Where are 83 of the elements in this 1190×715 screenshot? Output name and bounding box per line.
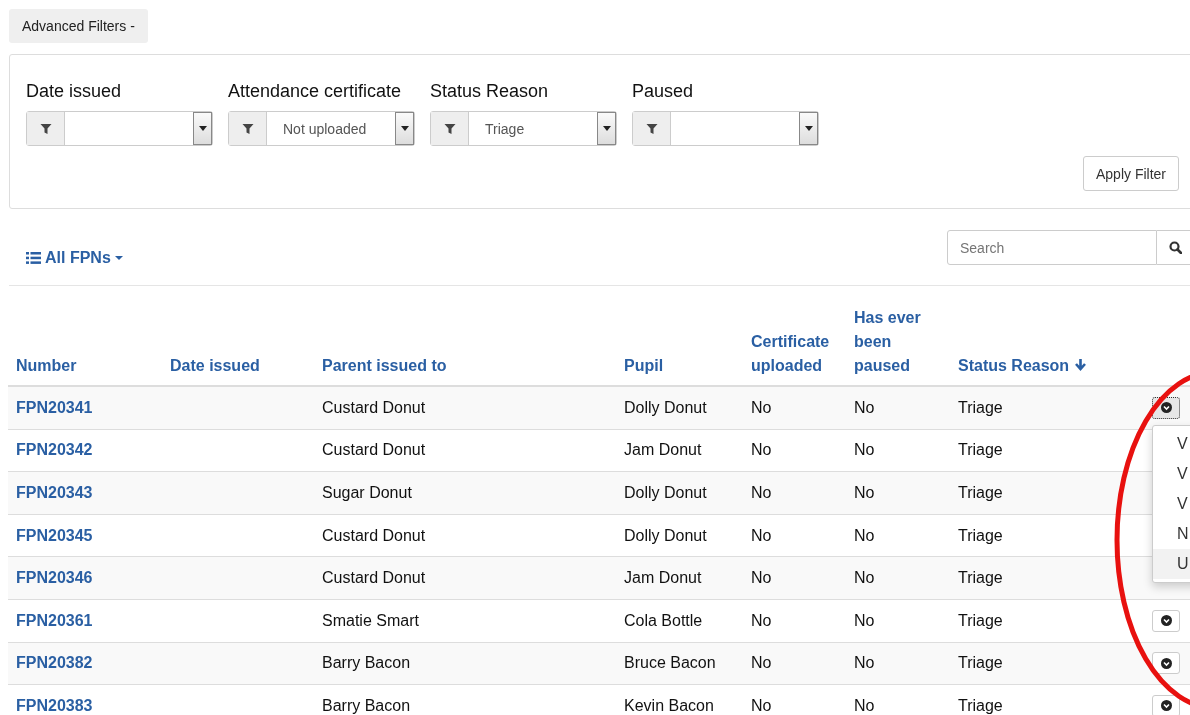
menu-item[interactable]: V bbox=[1153, 459, 1190, 489]
chevron-down-circle-icon bbox=[1160, 657, 1172, 669]
table-cell: Jam Donut bbox=[624, 569, 702, 588]
table-cell: Custard Donut bbox=[322, 441, 426, 460]
filter-label: Status Reason bbox=[430, 81, 550, 102]
column-header[interactable]: Pupil bbox=[624, 354, 664, 378]
chevron-down-circle-icon bbox=[1160, 615, 1172, 627]
filter-select[interactable]: Not uploaded bbox=[228, 111, 415, 146]
search-button[interactable] bbox=[1157, 230, 1190, 265]
table-cell: No bbox=[854, 569, 875, 588]
table-cell: Triage bbox=[958, 526, 1003, 545]
table-cell: Custard Donut bbox=[322, 526, 426, 545]
table-cell: No bbox=[751, 696, 772, 715]
table-cell: No bbox=[854, 696, 875, 715]
table-cell: Cola Bottle bbox=[624, 611, 703, 630]
table-cell: No bbox=[854, 611, 875, 630]
column-header[interactable]: Date issued bbox=[170, 354, 260, 378]
table-cell: Triage bbox=[958, 569, 1003, 588]
table-cell: Triage bbox=[958, 654, 1003, 673]
fpn-link[interactable]: FPN20343 bbox=[16, 484, 93, 502]
table-cell: No bbox=[751, 484, 772, 502]
table-cell: Barry Bacon bbox=[322, 696, 411, 715]
table-cell: Dolly Donut bbox=[624, 398, 707, 417]
table-cell: Triage bbox=[958, 398, 1003, 417]
fpn-link[interactable]: FPN20346 bbox=[16, 569, 93, 588]
advanced-filters-button[interactable]: Advanced Filters - bbox=[9, 9, 148, 43]
table-cell: Sugar Donut bbox=[322, 484, 412, 502]
fpn-link[interactable]: FPN20342 bbox=[16, 441, 93, 460]
table-cell: Smatie Smart bbox=[322, 611, 419, 630]
table-cell: No bbox=[751, 611, 772, 630]
table-cell: Jam Donut bbox=[624, 441, 702, 460]
apply-filter-button[interactable]: Apply Filter bbox=[1082, 156, 1179, 191]
view-menu-button[interactable]: All FPNs bbox=[9, 248, 123, 267]
table-cell: Triage bbox=[958, 696, 1003, 715]
column-header[interactable]: Has ever been paused bbox=[854, 306, 942, 378]
table-cell: No bbox=[751, 441, 772, 460]
fpn-link[interactable]: FPN20345 bbox=[16, 526, 93, 545]
table-cell: No bbox=[854, 654, 875, 673]
column-header[interactable]: Status Reason bbox=[958, 354, 1087, 378]
table-cell: No bbox=[854, 484, 875, 502]
table-cell: Kevin Bacon bbox=[624, 696, 714, 715]
table-cell: Barry Bacon bbox=[322, 654, 411, 673]
column-header[interactable]: Parent issued to bbox=[322, 354, 447, 378]
filter-icon bbox=[645, 122, 658, 135]
fpn-link[interactable]: FPN20341 bbox=[16, 398, 93, 417]
sort-down-icon bbox=[1073, 358, 1087, 371]
column-header[interactable]: Certificate uploaded bbox=[751, 330, 838, 378]
menu-item[interactable]: U bbox=[1153, 549, 1190, 579]
table-cell: Triage bbox=[958, 441, 1003, 460]
filter-label: Date issued bbox=[26, 81, 123, 102]
table-cell: Custard Donut bbox=[322, 398, 426, 417]
table-cell: Triage bbox=[958, 484, 1003, 502]
table-cell: No bbox=[854, 526, 875, 545]
column-header[interactable]: Number bbox=[16, 354, 77, 378]
table-cell: No bbox=[751, 569, 772, 588]
fpn-link[interactable]: FPN20361 bbox=[16, 611, 93, 630]
table-cell: Bruce Bacon bbox=[624, 654, 716, 673]
table-cell: Dolly Donut bbox=[624, 484, 707, 502]
menu-item[interactable]: V bbox=[1153, 489, 1190, 519]
table-cell: No bbox=[854, 441, 875, 460]
filter-icon bbox=[39, 122, 52, 135]
table-cell: No bbox=[854, 398, 875, 417]
filter-icon bbox=[241, 122, 254, 135]
search-field[interactable]: Search bbox=[947, 230, 1157, 265]
list-icon bbox=[26, 251, 41, 264]
caret-icon bbox=[114, 255, 123, 260]
filter-label: Attendance certificate bbox=[228, 81, 403, 102]
fpn-link[interactable]: FPN20382 bbox=[16, 654, 93, 673]
table-cell: Custard Donut bbox=[322, 569, 426, 588]
filter-select[interactable]: Triage bbox=[430, 111, 617, 146]
filter-icon bbox=[443, 122, 456, 135]
chevron-down-circle-icon bbox=[1160, 700, 1172, 712]
chevron-down-circle-icon bbox=[1160, 402, 1172, 414]
table-cell: No bbox=[751, 526, 772, 545]
table-cell: No bbox=[751, 654, 772, 673]
menu-item[interactable]: N bbox=[1153, 519, 1190, 549]
fpn-link[interactable]: FPN20383 bbox=[16, 696, 93, 715]
table-cell: Dolly Donut bbox=[624, 526, 707, 545]
table-cell: No bbox=[751, 398, 772, 417]
table-cell: Triage bbox=[958, 611, 1003, 630]
menu-item[interactable]: V bbox=[1153, 429, 1190, 459]
search-icon bbox=[1169, 241, 1182, 254]
filter-label: Paused bbox=[632, 81, 695, 102]
